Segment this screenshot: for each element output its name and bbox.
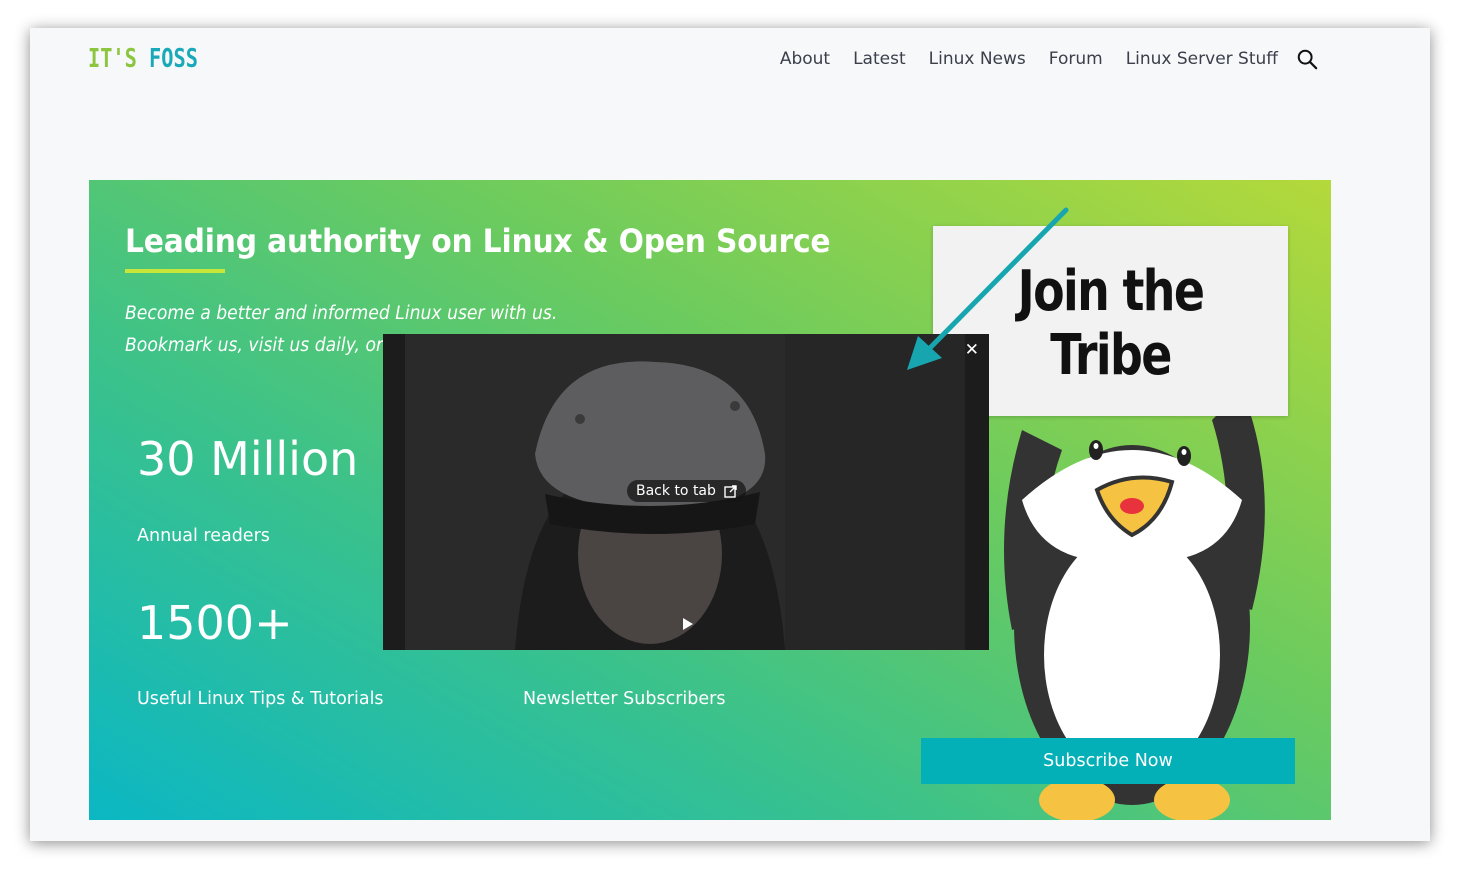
site-logo[interactable]: IT'S FOSS: [88, 44, 198, 74]
stat-readers-label: Annual readers: [137, 526, 270, 546]
nav-linux-server-stuff[interactable]: Linux Server Stuff: [1126, 49, 1278, 69]
nav-latest[interactable]: Latest: [853, 49, 906, 69]
nav-about[interactable]: About: [780, 49, 830, 69]
logo-part-1: IT'S: [88, 44, 137, 74]
nav-linux-news[interactable]: Linux News: [929, 49, 1026, 69]
back-to-tab-button[interactable]: Back to tab: [627, 480, 746, 502]
hero-subtitle-line-1: Become a better and informed Linux user …: [125, 303, 558, 324]
stat-tutorials-label: Useful Linux Tips & Tutorials: [137, 689, 384, 709]
sign-text: Join the Tribe: [965, 260, 1256, 388]
external-link-icon: [724, 484, 737, 498]
stat-subscribers-label: Newsletter Subscribers: [523, 689, 726, 709]
search-icon[interactable]: [1296, 48, 1318, 70]
subscribe-now-button[interactable]: Subscribe Now: [921, 738, 1295, 784]
stat-tutorials-value: 1500+: [137, 596, 293, 650]
sign-line-1: Join the: [1017, 259, 1205, 324]
back-to-tab-label: Back to tab: [636, 483, 716, 499]
stat-readers-value: 30 Million: [137, 432, 359, 486]
sign-line-2: Tribe: [1050, 323, 1172, 388]
play-icon[interactable]: [682, 617, 694, 631]
hero-title: Leading authority on Linux & Open Source: [125, 222, 831, 260]
browser-page: IT'S FOSS About Latest Linux News Forum …: [30, 28, 1430, 841]
logo-part-2: FOSS: [149, 44, 198, 74]
title-underline: [125, 269, 225, 273]
picture-in-picture-player[interactable]: ✕ Back to tab: [383, 334, 989, 650]
main-nav: About Latest Linux News Forum Linux Serv…: [757, 48, 1318, 70]
nav-forum[interactable]: Forum: [1049, 49, 1103, 69]
close-icon[interactable]: ✕: [965, 340, 979, 360]
